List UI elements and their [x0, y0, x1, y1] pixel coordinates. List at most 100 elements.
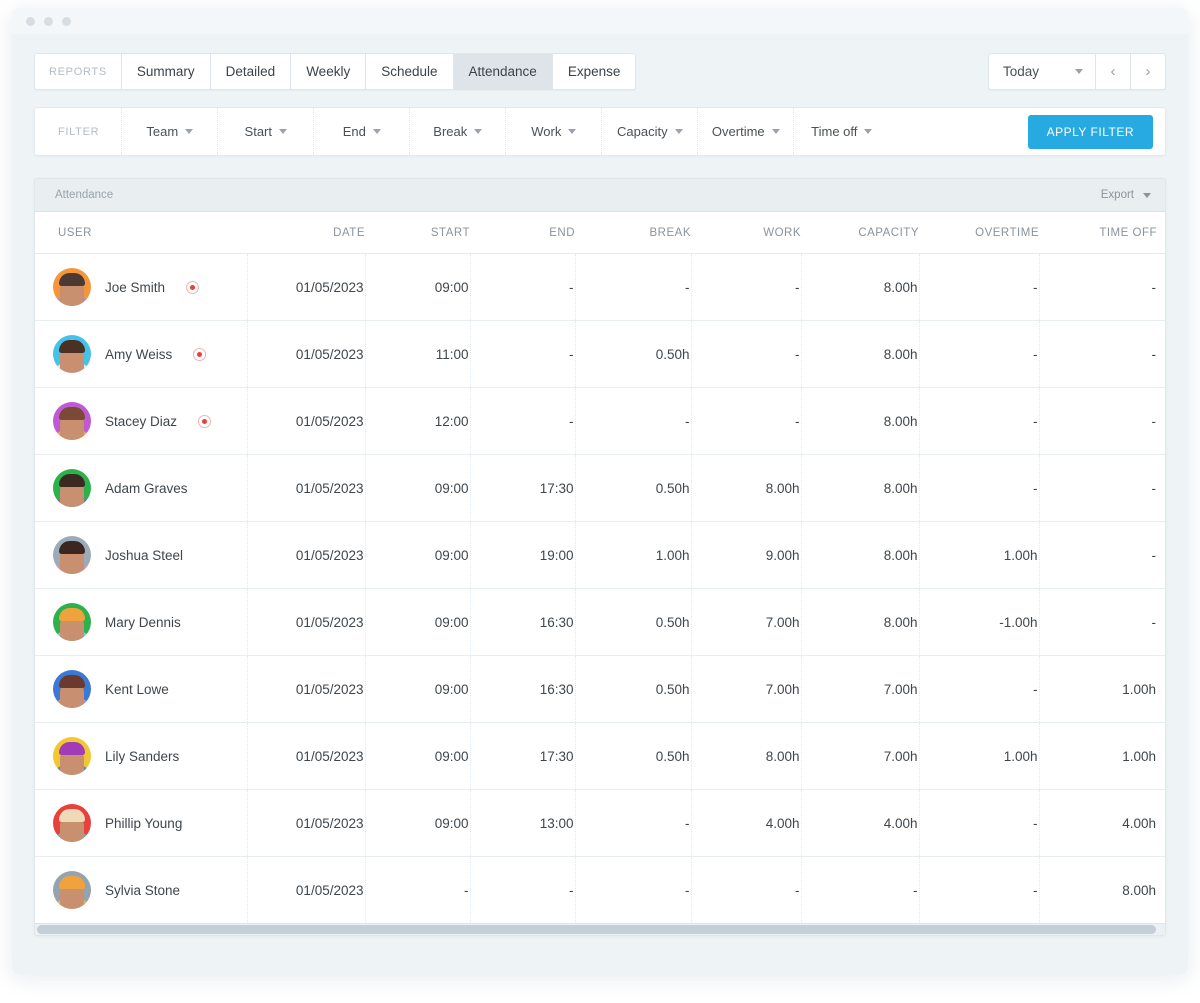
table-row[interactable]: Lily Sanders01/05/202309:0017:300.50h8.0… — [35, 723, 1166, 790]
cell-pad — [1157, 656, 1166, 723]
cell-capacity: 8.00h — [801, 522, 919, 589]
apply-filter-button[interactable]: APPLY FILTER — [1028, 115, 1153, 149]
user-name: Sylvia Stone — [105, 883, 180, 898]
table-row[interactable]: Joshua Steel01/05/202309:0019:001.00h9.0… — [35, 522, 1166, 589]
column-header-work[interactable]: WORK — [691, 212, 801, 254]
column-header-break[interactable]: BREAK — [575, 212, 691, 254]
cell-break: - — [575, 790, 691, 857]
column-header-date[interactable]: DATE — [247, 212, 365, 254]
date-range-select[interactable]: Today — [989, 54, 1096, 89]
cell-user: Kent Lowe — [35, 656, 247, 723]
cell-work: 8.00h — [691, 455, 801, 522]
cell-work: 8.00h — [691, 723, 801, 790]
column-header-end[interactable]: END — [470, 212, 575, 254]
cell-capacity: 8.00h — [801, 455, 919, 522]
horizontal-scrollbar[interactable] — [35, 923, 1165, 935]
chevron-down-icon — [185, 129, 193, 134]
cell-break: 0.50h — [575, 321, 691, 388]
user-name: Kent Lowe — [105, 682, 169, 697]
minimize-dot-icon[interactable] — [44, 17, 53, 26]
column-header-user[interactable]: USER — [35, 212, 247, 254]
cell-date: 01/05/2023 — [247, 388, 365, 455]
cell-work: - — [691, 321, 801, 388]
cell-start: 09:00 — [365, 656, 470, 723]
user-identity: Sylvia Stone — [53, 871, 246, 909]
app-window: REPORTS Summary Detailed Weekly Schedule… — [12, 8, 1188, 974]
user-name: Mary Dennis — [105, 615, 181, 630]
reports-tabs: REPORTS Summary Detailed Weekly Schedule… — [34, 53, 636, 90]
filter-work[interactable]: Work — [505, 108, 601, 155]
filter-end[interactable]: End — [313, 108, 409, 155]
cell-overtime: - — [919, 388, 1039, 455]
filter-team[interactable]: Team — [121, 108, 217, 155]
maximize-dot-icon[interactable] — [62, 17, 71, 26]
close-dot-icon[interactable] — [26, 17, 35, 26]
chevron-down-icon — [675, 129, 683, 134]
tab-summary[interactable]: Summary — [122, 54, 211, 89]
cell-user: Stacey Diaz — [35, 388, 247, 455]
cell-date: 01/05/2023 — [247, 723, 365, 790]
tab-detailed[interactable]: Detailed — [211, 54, 292, 89]
table-row[interactable]: Amy Weiss01/05/202311:00-0.50h-8.00h-- — [35, 321, 1166, 388]
cell-timeoff: - — [1039, 388, 1157, 455]
cell-start: 12:00 — [365, 388, 470, 455]
cell-timeoff: 1.00h — [1039, 723, 1157, 790]
tab-row: REPORTS Summary Detailed Weekly Schedule… — [34, 34, 1166, 90]
tab-schedule[interactable]: Schedule — [366, 54, 453, 89]
table-row[interactable]: Adam Graves01/05/202309:0017:300.50h8.00… — [35, 455, 1166, 522]
export-menu[interactable]: Export — [1101, 189, 1151, 201]
tab-weekly[interactable]: Weekly — [291, 54, 366, 89]
tab-attendance-label: Attendance — [469, 64, 537, 79]
cell-date: 01/05/2023 — [247, 790, 365, 857]
table-row[interactable]: Stacey Diaz01/05/202312:00---8.00h-- — [35, 388, 1166, 455]
cell-capacity: 7.00h — [801, 723, 919, 790]
cell-timeoff: - — [1039, 455, 1157, 522]
column-header-start[interactable]: START — [365, 212, 470, 254]
user-name: Adam Graves — [105, 481, 188, 496]
cell-timeoff: 8.00h — [1039, 857, 1157, 924]
table-row[interactable]: Mary Dennis01/05/202309:0016:300.50h7.00… — [35, 589, 1166, 656]
tab-attendance[interactable]: Attendance — [454, 54, 553, 89]
avatar — [53, 469, 91, 507]
horizontal-scrollbar-thumb[interactable] — [37, 925, 1156, 934]
user-name: Amy Weiss — [105, 347, 172, 362]
chevron-down-icon — [279, 129, 287, 134]
avatar — [53, 804, 91, 842]
column-header-capacity[interactable]: CAPACITY — [801, 212, 919, 254]
cell-timeoff: - — [1039, 522, 1157, 589]
table-row[interactable]: Phillip Young01/05/202309:0013:00-4.00h4… — [35, 790, 1166, 857]
cell-pad — [1157, 388, 1166, 455]
cell-overtime: - — [919, 790, 1039, 857]
filter-capacity[interactable]: Capacity — [601, 108, 697, 155]
chevron-down-icon — [864, 129, 872, 134]
attendance-table: USER DATE START END BREAK WORK CAPACITY … — [35, 212, 1166, 923]
cell-date: 01/05/2023 — [247, 455, 365, 522]
table-row[interactable]: Sylvia Stone01/05/2023------8.00h — [35, 857, 1166, 924]
previous-period-button[interactable]: ‹ — [1096, 54, 1131, 89]
cell-user: Adam Graves — [35, 455, 247, 522]
tab-expense[interactable]: Expense — [553, 54, 636, 89]
filter-timeoff[interactable]: Time off — [793, 108, 889, 155]
next-period-button[interactable]: › — [1131, 54, 1165, 89]
cell-break: 0.50h — [575, 455, 691, 522]
cell-break: - — [575, 254, 691, 321]
user-identity: Mary Dennis — [53, 603, 246, 641]
cell-end: - — [470, 254, 575, 321]
table-row[interactable]: Joe Smith01/05/202309:00---8.00h-- — [35, 254, 1166, 321]
filter-overtime[interactable]: Overtime — [697, 108, 793, 155]
filter-end-label: End — [343, 124, 366, 139]
cell-date: 01/05/2023 — [247, 254, 365, 321]
app-content: REPORTS Summary Detailed Weekly Schedule… — [12, 34, 1188, 974]
cell-pad — [1157, 857, 1166, 924]
chevron-left-icon: ‹ — [1111, 63, 1116, 80]
filter-start[interactable]: Start — [217, 108, 313, 155]
column-header-overtime[interactable]: OVERTIME — [919, 212, 1039, 254]
filter-bar: FILTER Team Start End Break Work — [34, 107, 1166, 156]
column-header-timeoff[interactable]: TIME OFF — [1039, 212, 1157, 254]
attendance-card-header: Attendance Export — [35, 179, 1165, 212]
filter-break[interactable]: Break — [409, 108, 505, 155]
cell-start: 11:00 — [365, 321, 470, 388]
table-row[interactable]: Kent Lowe01/05/202309:0016:300.50h7.00h7… — [35, 656, 1166, 723]
cell-capacity: 8.00h — [801, 589, 919, 656]
cell-end: 16:30 — [470, 656, 575, 723]
